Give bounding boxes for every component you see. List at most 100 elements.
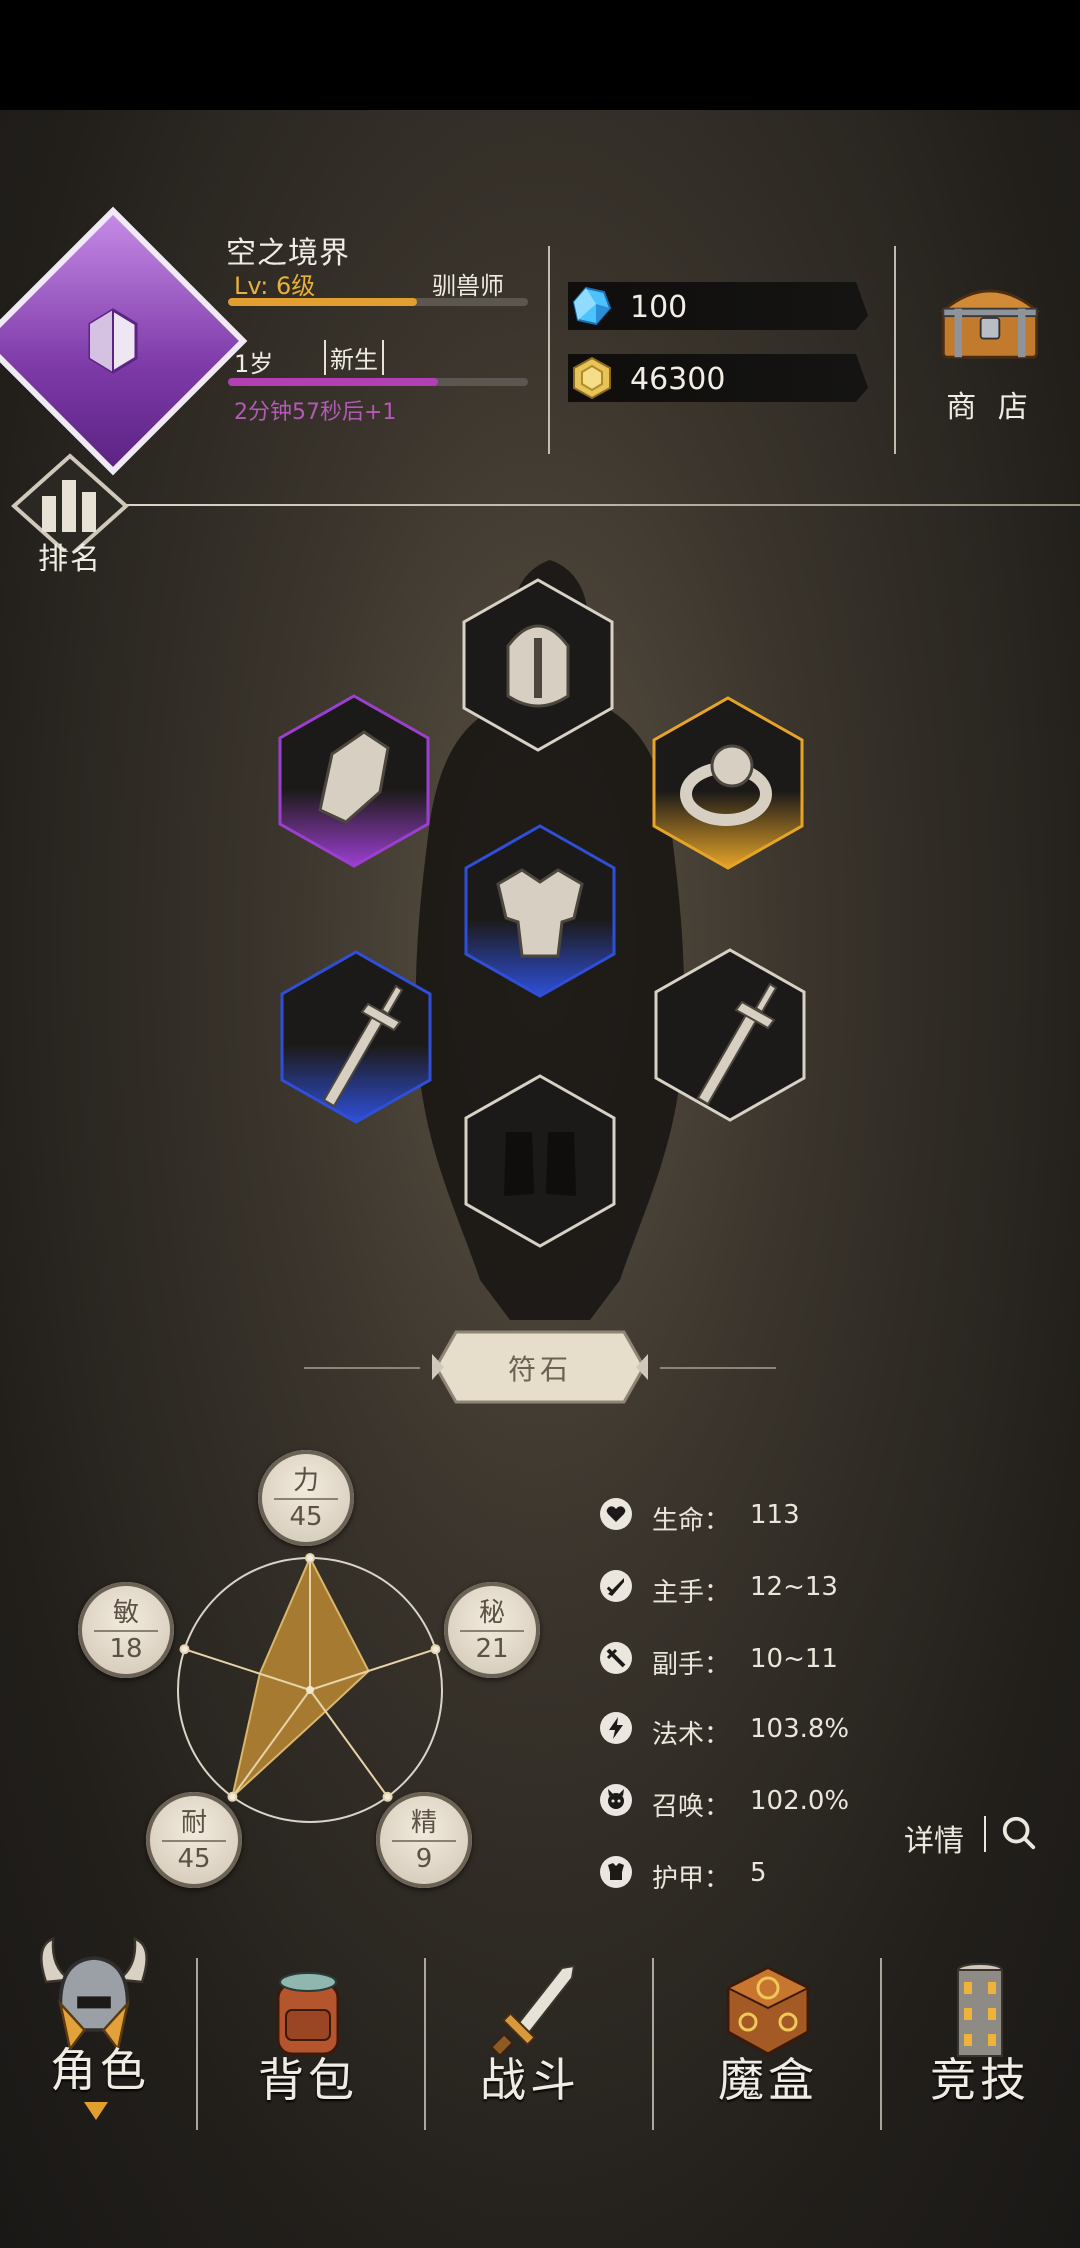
active-tab-indicator xyxy=(84,2102,108,2120)
stat-value: 10~11 xyxy=(750,1644,838,1674)
nav-tab-character[interactable]: 角色 xyxy=(0,1930,200,2140)
radar-spoke xyxy=(309,1689,389,1798)
details-button[interactable]: 详情 xyxy=(904,1810,1044,1859)
radar-vertex xyxy=(382,1791,393,1802)
age-progress-bar xyxy=(228,378,528,386)
player-age: 1岁 xyxy=(234,350,274,378)
stat-value: 113 xyxy=(750,1500,800,1530)
attr-spirit-value: 9 xyxy=(415,1844,433,1874)
player-level: Lv: 6级 xyxy=(234,272,316,300)
off-weapon-slot[interactable] xyxy=(652,946,808,1124)
attr-agility-separator xyxy=(94,1630,158,1632)
header-divider-2 xyxy=(894,246,896,454)
stat-value: 103.8% xyxy=(750,1714,850,1744)
gem-count: 100 xyxy=(630,290,688,325)
ranking-button[interactable]: 排名 xyxy=(10,452,130,577)
treasure-chest-icon xyxy=(939,289,1041,359)
stat-label: 召唤： xyxy=(652,1792,731,1822)
attr-agility-value: 18 xyxy=(109,1634,143,1664)
radar-center xyxy=(306,1686,314,1694)
attr-strength-value: 45 xyxy=(289,1502,323,1532)
nav-label-battle: 战斗 xyxy=(480,2053,580,2107)
rune-button[interactable]: 符石 xyxy=(432,1328,648,1406)
header-separator xyxy=(120,504,1080,506)
nav-label-arena: 竞技 xyxy=(930,2053,1030,2107)
boots-icon xyxy=(464,1074,616,1248)
sword-icon xyxy=(600,1570,632,1602)
attr-mystic-name: 秘 xyxy=(478,1598,505,1628)
stat-value: 12~13 xyxy=(750,1572,838,1602)
gold-count: 46300 xyxy=(630,362,726,397)
gold-currency[interactable]: 46300 xyxy=(568,354,868,402)
age-title: 新生 xyxy=(324,340,384,375)
stat-label: 法术： xyxy=(652,1720,731,1750)
radar-vertex xyxy=(305,1553,315,1563)
rune-line-right xyxy=(660,1367,776,1369)
exp-progress-bar xyxy=(228,298,528,306)
attr-endurance-name: 耐 xyxy=(180,1808,207,1838)
stat-value: 5 xyxy=(750,1858,767,1888)
chest-armor-icon xyxy=(464,824,616,998)
gauntlet-icon xyxy=(278,694,430,868)
exp-progress-fill xyxy=(228,298,417,306)
ring-slot[interactable] xyxy=(650,694,806,872)
helmet-slot[interactable] xyxy=(460,576,616,754)
boots-slot[interactable] xyxy=(462,1072,618,1250)
radar-vertex xyxy=(430,1644,441,1655)
player-job: 驯兽师 xyxy=(432,272,504,300)
rune-label: 符石 xyxy=(507,1353,572,1386)
age-timer: 2分钟57秒后+1 xyxy=(234,400,397,425)
stat-value: 102.0% xyxy=(750,1786,850,1816)
gold-coin-icon xyxy=(573,356,611,400)
details-label: 详情 xyxy=(904,1824,964,1859)
dagger-icon xyxy=(280,950,432,1124)
radar-vertex xyxy=(179,1644,190,1655)
stat-label: 副手： xyxy=(652,1650,731,1680)
armor-icon xyxy=(600,1856,632,1888)
attr-mystic-value: 21 xyxy=(475,1634,509,1664)
offhand-icon xyxy=(600,1642,632,1674)
nav-tab-magic-box[interactable]: 魔盒 xyxy=(668,1940,868,2150)
attr-strength-badge: 力 45 xyxy=(258,1450,354,1546)
status-bar xyxy=(0,0,1080,110)
helmet-icon xyxy=(462,578,614,752)
rune-line-left xyxy=(304,1367,420,1369)
stat-label: 主手： xyxy=(652,1578,731,1608)
nav-tab-arena[interactable]: 竞技 xyxy=(880,1940,1080,2150)
nav-label-backpack: 背包 xyxy=(258,2053,358,2107)
attr-spirit-badge: 精 9 xyxy=(376,1792,472,1888)
details-separator xyxy=(984,1816,986,1852)
attr-mystic-separator xyxy=(460,1630,524,1632)
search-icon xyxy=(1002,1816,1036,1850)
attr-mystic-badge: 秘 21 xyxy=(444,1582,540,1678)
shop-label: 商 店 xyxy=(946,390,1034,425)
attr-endurance-badge: 耐 45 xyxy=(146,1792,242,1888)
nav-separator xyxy=(424,1958,426,2130)
stat-label: 生命： xyxy=(652,1506,731,1536)
ranking-label: 排名 xyxy=(38,542,102,577)
player-avatar[interactable] xyxy=(0,206,248,476)
nav-separator xyxy=(652,1958,654,2130)
dagger-icon xyxy=(654,948,806,1122)
gauntlet-slot[interactable] xyxy=(276,692,432,870)
armor-slot[interactable] xyxy=(462,822,618,1000)
gem-currency[interactable]: 100 xyxy=(568,282,868,330)
stat-label: 护甲： xyxy=(652,1864,731,1894)
gem-icon xyxy=(572,286,612,326)
radar-spokes xyxy=(179,1553,441,1802)
ring-icon xyxy=(652,696,804,870)
attr-strength-name: 力 xyxy=(292,1466,319,1496)
shop-button[interactable]: 商 店 xyxy=(930,270,1050,430)
header-divider xyxy=(548,246,550,454)
attr-endurance-value: 45 xyxy=(177,1844,211,1874)
attr-agility-name: 敏 xyxy=(112,1598,139,1628)
nav-tab-backpack[interactable]: 背包 xyxy=(208,1940,408,2150)
nav-label-character: 角色 xyxy=(50,2043,150,2097)
attr-strength-separator xyxy=(274,1498,338,1500)
nav-tab-battle[interactable]: 战斗 xyxy=(430,1940,630,2150)
nav-label-magic-box: 魔盒 xyxy=(718,2053,818,2107)
main-weapon-slot[interactable] xyxy=(278,948,434,1126)
attr-agility-badge: 敏 18 xyxy=(78,1582,174,1678)
attr-spirit-name: 精 xyxy=(410,1808,437,1838)
attr-spirit-separator xyxy=(392,1840,456,1842)
